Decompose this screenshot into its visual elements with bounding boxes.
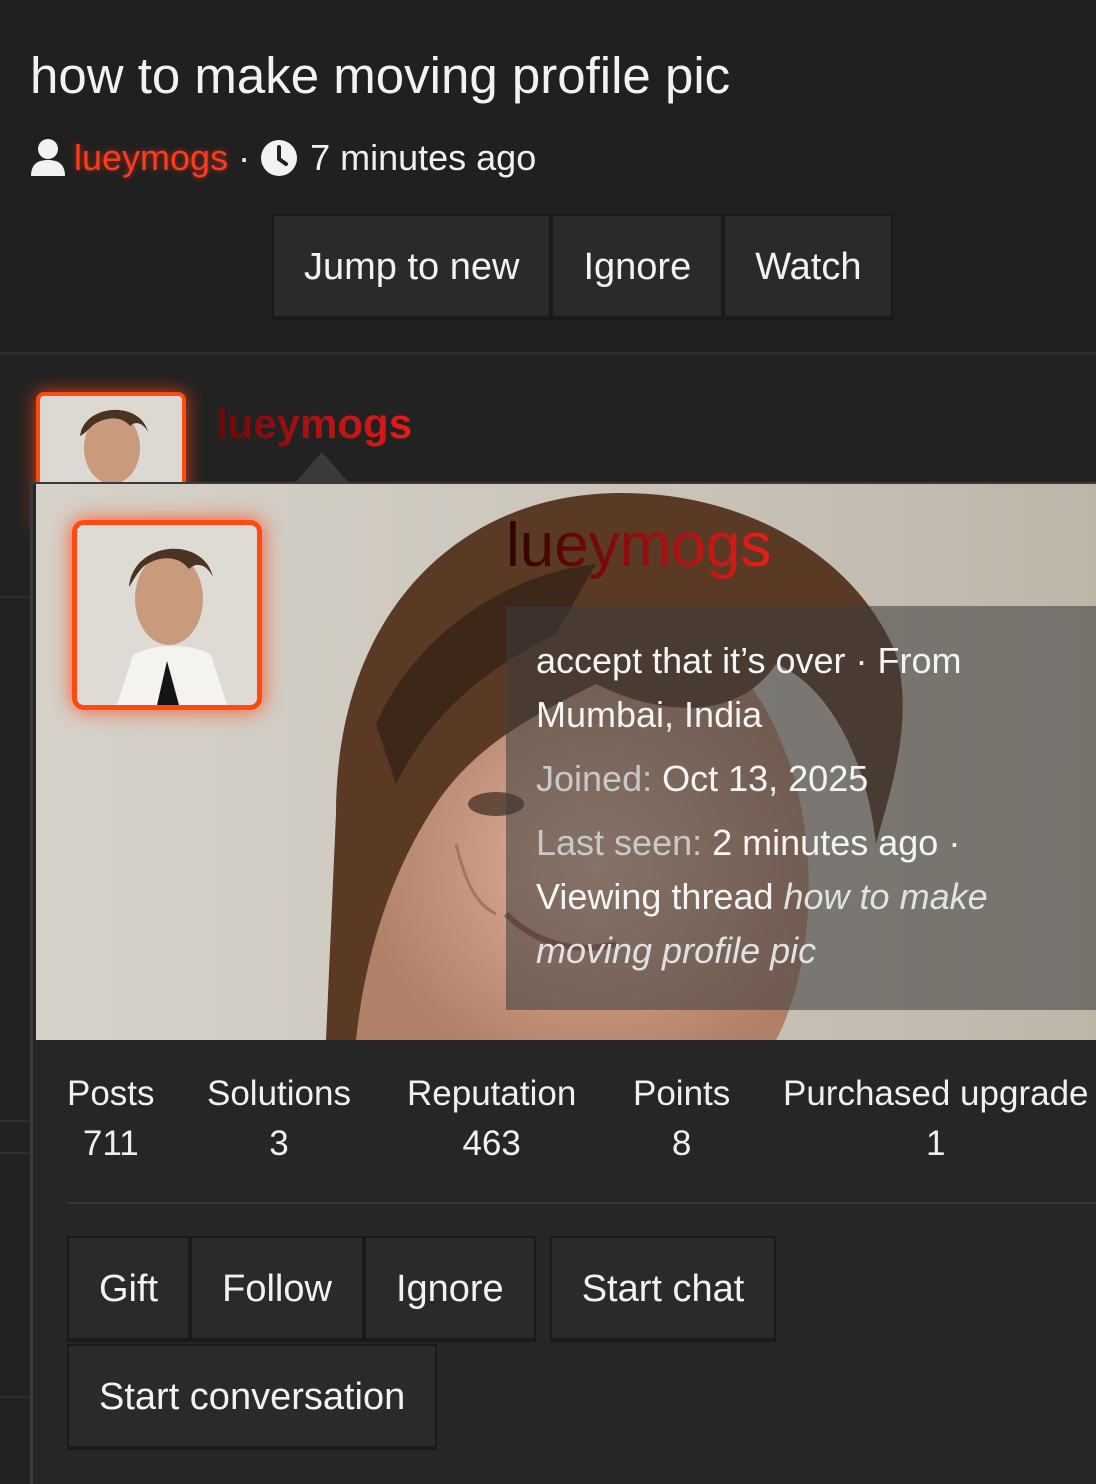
thread-author-link[interactable]: lueymogs	[74, 137, 228, 179]
location-link[interactable]: Mumbai, India	[536, 694, 762, 735]
profile-actions-row2: Start conversation	[67, 1344, 438, 1450]
thread-title: how to make moving profile pic	[30, 47, 731, 104]
last-seen-value: 2 minutes ago	[712, 822, 939, 863]
user-status: accept that it’s over	[536, 640, 846, 681]
clock-icon	[260, 139, 298, 177]
user-icon	[30, 138, 66, 178]
info-separator: ·	[948, 822, 961, 863]
ignore-thread-button[interactable]: Ignore	[551, 214, 724, 320]
thread-meta: lueymogs · 7 minutes ago	[30, 136, 536, 180]
post-divider	[0, 1396, 30, 1398]
joined-label: Joined:	[536, 758, 653, 799]
stat-value: 8	[671, 1124, 692, 1163]
button-gap	[536, 1236, 550, 1342]
stat-label: Posts	[67, 1074, 155, 1113]
member-tooltip-card: lueymogs accept that it’s over · From Mu…	[30, 482, 1096, 1484]
info-separator: ·	[855, 640, 868, 681]
stat-value: 711	[82, 1124, 139, 1163]
meta-separator: ·	[238, 137, 251, 178]
stat-value: 463	[462, 1124, 521, 1163]
viewing-label: Viewing thread	[536, 876, 774, 917]
profile-card-username[interactable]: lueymogs	[506, 510, 771, 581]
thread-time[interactable]: 7 minutes ago	[310, 137, 536, 179]
post-divider	[0, 596, 30, 598]
stat-points[interactable]: Points 8	[633, 1074, 730, 1164]
post-divider	[0, 1120, 30, 1122]
stat-label: Points	[633, 1074, 731, 1113]
stat-posts[interactable]: Posts 711	[67, 1074, 155, 1164]
stats-divider	[67, 1202, 1096, 1204]
profile-stats: Posts 711 Solutions 3 Reputation 463 Poi…	[67, 1074, 1096, 1174]
profile-banner: lueymogs accept that it’s over · From Mu…	[36, 484, 1096, 1040]
stat-solutions[interactable]: Solutions 3	[207, 1074, 351, 1164]
stat-value: 3	[269, 1124, 289, 1163]
post-divider	[0, 1152, 30, 1154]
start-chat-button[interactable]: Start chat	[549, 1236, 777, 1342]
stat-reputation[interactable]: Reputation 463	[407, 1074, 576, 1164]
follow-button[interactable]: Follow	[190, 1236, 364, 1342]
last-seen-label: Last seen:	[536, 822, 703, 863]
post-author-username[interactable]: lueymogs	[216, 400, 412, 448]
jump-to-new-button[interactable]: Jump to new	[272, 214, 552, 320]
joined-date: Oct 13, 2025	[662, 758, 869, 799]
ignore-member-button[interactable]: Ignore	[363, 1236, 536, 1342]
stat-value: 1	[926, 1124, 946, 1163]
profile-card-info: accept that it’s over · From Mumbai, Ind…	[506, 606, 1096, 1010]
start-conversation-button[interactable]: Start conversation	[67, 1344, 438, 1450]
stat-label: Purchased upgrade	[783, 1074, 1089, 1113]
stat-purchased-upgrade[interactable]: Purchased upgrade 1	[783, 1074, 1089, 1164]
thread-actions: Jump to new Ignore Watch	[272, 214, 894, 320]
thread-header: how to make moving profile pic lueymogs …	[0, 0, 1096, 352]
watch-thread-button[interactable]: Watch	[723, 214, 894, 320]
stat-label: Solutions	[207, 1074, 351, 1113]
profile-actions-row1: Gift Follow Ignore Start chat	[67, 1236, 777, 1342]
location-label: From	[877, 640, 962, 681]
profile-card-avatar[interactable]	[72, 520, 262, 710]
stat-label: Reputation	[407, 1074, 577, 1113]
gift-button[interactable]: Gift	[67, 1236, 191, 1342]
popover-arrow	[296, 452, 348, 482]
